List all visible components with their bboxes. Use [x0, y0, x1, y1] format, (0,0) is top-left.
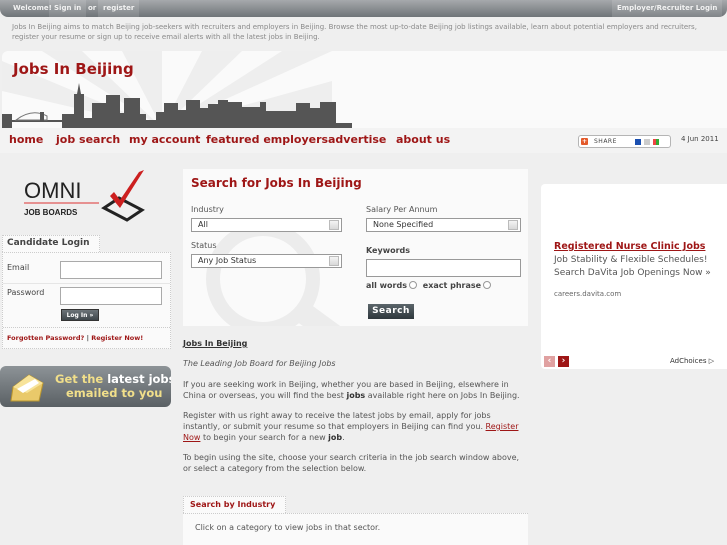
email-field[interactable]: [60, 261, 162, 279]
banner-line-2: emailed to you: [66, 386, 163, 400]
exact-phrase-label: exact phrase: [422, 281, 482, 290]
keyword-mode-options: all words exact phrase: [366, 281, 494, 290]
chevron-down-icon: [329, 256, 339, 266]
email-label: Email: [7, 263, 30, 272]
search-button[interactable]: Search: [368, 304, 414, 319]
logo-sub-text: JOB BOARDS: [24, 208, 78, 217]
keywords-input[interactable]: [366, 259, 521, 277]
nav-featured-employers[interactable]: featured employers: [206, 133, 328, 146]
content-heading[interactable]: Jobs In Beijing: [183, 338, 528, 349]
password-label: Password: [7, 288, 45, 297]
site-title[interactable]: Jobs In Beijing: [13, 60, 134, 78]
header-banner: Jobs In Beijing: [2, 51, 727, 128]
login-button[interactable]: Log In »: [61, 309, 99, 321]
status-label: Status: [191, 241, 217, 250]
nav-advertise[interactable]: advertise: [328, 133, 386, 146]
magnifier-watermark-icon: [206, 222, 341, 326]
industry-info-text: Click on a category to view jobs in that…: [183, 513, 528, 545]
exact-phrase-radio[interactable]: [483, 281, 492, 289]
ad-url[interactable]: careers.davita.com: [554, 290, 621, 298]
banner-line-1: Get the latest jobs: [55, 372, 171, 386]
industry-label: Industry: [191, 205, 224, 214]
chevron-down-icon: [508, 220, 518, 230]
share-label: SHARE: [594, 138, 617, 145]
search-title: Search for Jobs In Beijing: [191, 176, 362, 190]
register-now-link[interactable]: Register Now!: [91, 334, 143, 342]
logo-main-text: OMNI: [24, 178, 81, 203]
employer-login-link[interactable]: Employer/Recruiter Login: [612, 0, 723, 17]
nav-home[interactable]: home: [9, 133, 43, 146]
all-words-radio[interactable]: [409, 281, 417, 289]
top-bar: Welcome! Sign in or register Employer/Re…: [0, 0, 727, 17]
candidate-login-title: Candidate Login: [2, 235, 100, 252]
job-search-panel: Search for Jobs In Beijing Industry All …: [183, 169, 528, 326]
skyline-graphic: [2, 83, 352, 128]
register-link[interactable]: register: [98, 0, 140, 17]
sign-in-link[interactable]: Sign in: [49, 0, 87, 17]
nav-about-us[interactable]: about us: [396, 133, 450, 146]
tagline: The Leading Job Board for Beijing Jobs: [183, 359, 336, 368]
search-by-industry-tab[interactable]: Search by Industry: [183, 496, 286, 513]
keywords-label: Keywords: [366, 246, 411, 255]
paragraph-2: Register with us right away to receive t…: [183, 411, 519, 442]
envelope-icon: [10, 374, 44, 402]
salary-select[interactable]: None Specified: [366, 218, 521, 232]
intro-content: Jobs In Beijing The Leading Job Board fo…: [183, 338, 528, 483]
chevron-down-icon: [329, 220, 339, 230]
windows-icon: [653, 139, 659, 145]
divider: [3, 283, 170, 284]
omni-job-boards-logo[interactable]: OMNI JOB BOARDS: [24, 168, 149, 223]
plus-icon: +: [581, 138, 588, 145]
ad-next-icon[interactable]: ›: [558, 356, 569, 367]
nav-my-account[interactable]: my account: [129, 133, 200, 146]
paragraph-3: To begin using the site, choose your sea…: [183, 453, 520, 473]
share-button[interactable]: + SHARE: [578, 135, 671, 148]
all-words-label: all words: [366, 281, 407, 290]
intro-text: Jobs In Beijing aims to match Beijing jo…: [12, 23, 697, 41]
salary-label: Salary Per Annum: [366, 205, 438, 214]
advertisement: Registered Nurse Clinic Jobs Job Stabili…: [541, 184, 727, 369]
delicious-icon: [635, 139, 641, 145]
adchoices-link[interactable]: AdChoices ▷: [670, 357, 714, 365]
login-links: Forgotten Password? | Register Now!: [7, 334, 143, 342]
candidate-login-box: Email Password Log In » Forgotten Passwo…: [2, 252, 171, 349]
industry-select[interactable]: All: [191, 218, 342, 232]
status-select[interactable]: Any Job Status: [191, 254, 342, 268]
link-separator: |: [86, 334, 89, 342]
password-field[interactable]: [60, 287, 162, 305]
ad-prev-icon[interactable]: ‹: [544, 356, 555, 367]
current-date: 4 Jun 2011: [681, 135, 719, 143]
forgot-password-link[interactable]: Forgotten Password?: [7, 334, 84, 342]
paragraph-1: If you are seeking work in Beijing, whet…: [183, 380, 520, 400]
digg-icon: [644, 139, 650, 145]
main-nav: home job search my account featured empl…: [0, 128, 727, 153]
nav-job-search[interactable]: job search: [56, 133, 120, 146]
email-alerts-banner[interactable]: Get the latest jobs emailed to you: [0, 366, 171, 407]
ad-body[interactable]: Job Stability & Flexible Schedules! Sear…: [554, 254, 726, 280]
divider: [3, 327, 170, 328]
ad-title-link[interactable]: Registered Nurse Clinic Jobs: [554, 241, 705, 252]
